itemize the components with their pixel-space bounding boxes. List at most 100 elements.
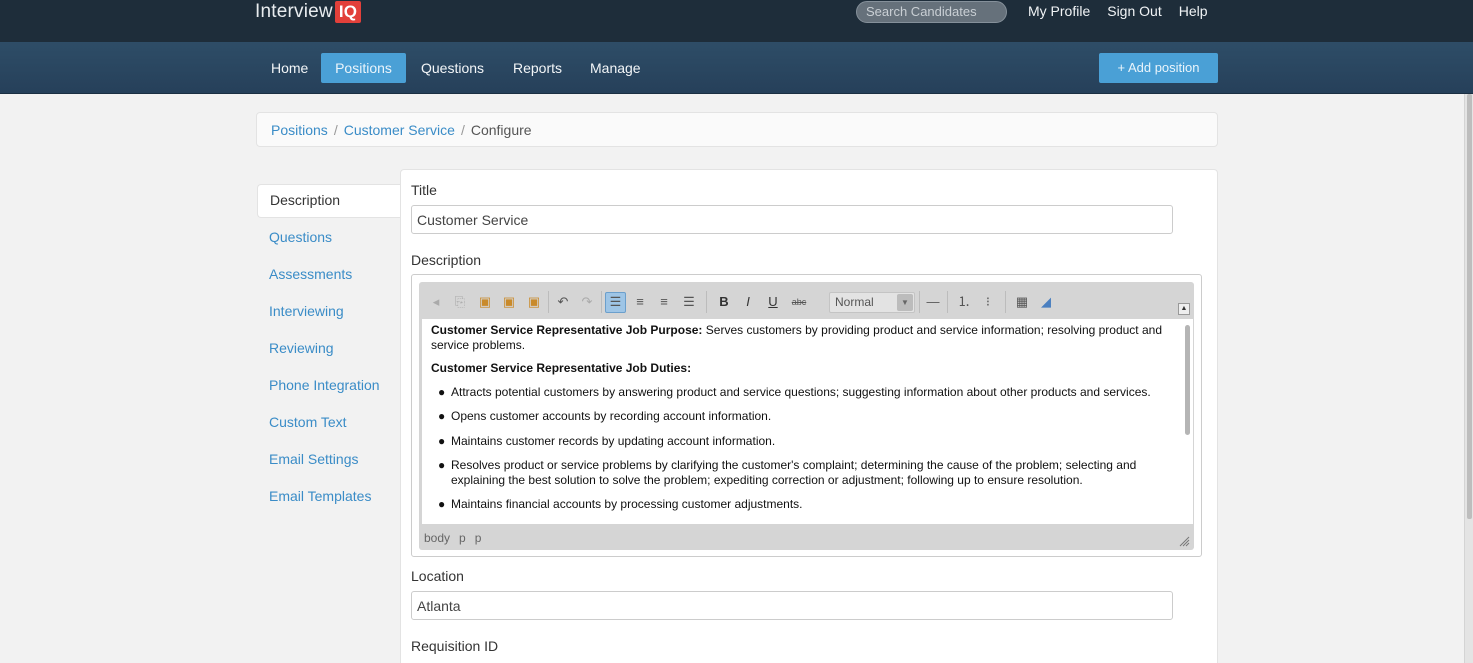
duties-paragraph: Customer Service Representative Job Duti…	[431, 361, 1177, 376]
nav-positions[interactable]: Positions	[321, 53, 406, 83]
format-select-value: Normal	[835, 295, 874, 309]
align-left-icon[interactable]: ☰	[605, 292, 626, 313]
editor-toolbar: ◂ ⎘ ▣ ▣ ▣ ↶ ↷ ☰ ≡ ≡ ☰ B I U abc Normal ▼…	[419, 282, 1194, 318]
breadcrumb-separator: /	[460, 122, 465, 138]
undo-icon[interactable]: ↶	[554, 293, 572, 311]
tab-reviewing[interactable]: Reviewing	[257, 332, 401, 369]
toolbar-separator	[1005, 291, 1006, 313]
numbered-list-icon[interactable]: ⒈	[955, 293, 973, 311]
my-profile-link[interactable]: My Profile	[1028, 3, 1090, 19]
tab-assessments[interactable]: Assessments	[257, 258, 401, 295]
format-select[interactable]: Normal ▼	[829, 292, 915, 313]
app-logo[interactable]: Interview IQ	[255, 1, 362, 23]
requisition-id-label: Requisition ID	[411, 638, 499, 654]
duty-text: Attracts potential customers by answerin…	[451, 384, 1151, 399]
duties-heading: Customer Service Representative Job Duti…	[431, 361, 692, 375]
location-input[interactable]: Atlanta	[411, 591, 1173, 620]
resize-grip-icon[interactable]	[1178, 535, 1190, 547]
redo-icon[interactable]: ↷	[578, 293, 596, 311]
bullet-icon: ●	[438, 433, 446, 448]
help-link[interactable]: Help	[1179, 3, 1208, 19]
location-label: Location	[411, 568, 464, 584]
nav-questions[interactable]: Questions	[406, 53, 499, 83]
paste-word-icon[interactable]: ▣	[525, 293, 543, 311]
breadcrumb: Positions / Customer Service / Configure	[256, 112, 1218, 147]
bullet-list-icon[interactable]: ⁝	[979, 293, 997, 311]
search-candidates-input[interactable]: Search Candidates	[856, 1, 1007, 23]
tab-interviewing[interactable]: Interviewing	[257, 295, 401, 332]
description-panel: Title Customer Service Description ◂ ⎘ ▣…	[400, 169, 1218, 663]
add-position-button[interactable]: + Add position	[1099, 53, 1218, 83]
page-scrollbar-thumb[interactable]	[1467, 94, 1472, 519]
list-item: ● Maintains customer records by updating …	[438, 434, 1177, 449]
top-bar: Interview IQ Search Candidates My Profile…	[0, 0, 1473, 42]
config-side-tabs: Description Questions Assessments Interv…	[257, 184, 401, 517]
duty-text: Maintains customer records by updating a…	[451, 433, 776, 448]
brand-name: Interview	[255, 1, 333, 22]
path-p[interactable]: p	[459, 531, 466, 545]
title-label: Title	[411, 182, 437, 198]
chevron-down-icon: ▼	[897, 294, 913, 311]
top-links: My Profile Sign Out Help	[1028, 3, 1225, 19]
list-item: ● Attracts potential customers by answeri…	[438, 385, 1177, 400]
italic-icon[interactable]: I	[739, 293, 757, 311]
brand-badge: IQ	[334, 1, 362, 23]
remove-format-icon[interactable]: ◢	[1037, 293, 1055, 311]
editor-content[interactable]: Customer Service Representative Job Purp…	[422, 319, 1193, 524]
bullet-icon: ●	[438, 497, 446, 511]
description-editor: ◂ ⎘ ▣ ▣ ▣ ↶ ↷ ☰ ≡ ≡ ☰ B I U abc Normal ▼…	[411, 274, 1202, 557]
breadcrumb-separator: /	[333, 122, 338, 138]
path-p[interactable]: p	[475, 531, 482, 545]
duties-list: ● Attracts potential customers by answeri…	[431, 385, 1177, 512]
description-label: Description	[411, 252, 482, 268]
title-input[interactable]: Customer Service	[411, 205, 1173, 234]
path-body[interactable]: body	[424, 531, 450, 545]
sign-out-link[interactable]: Sign Out	[1107, 3, 1161, 19]
horizontal-rule-icon[interactable]: —	[924, 293, 942, 311]
toolbar-separator	[548, 291, 549, 313]
bullet-icon: ●	[438, 409, 446, 423]
tab-email-templates[interactable]: Email Templates	[257, 480, 401, 517]
list-item: ● Resolves product or service problems by…	[438, 458, 1177, 487]
toolbar-separator	[947, 291, 948, 313]
paste-icon[interactable]: ▣	[476, 293, 494, 311]
list-item: ● Maintains financial accounts by process…	[438, 497, 1177, 512]
tab-phone-integration[interactable]: Phone Integration	[257, 369, 401, 406]
tab-custom-text[interactable]: Custom Text	[257, 406, 401, 443]
main-nav: Home Positions Questions Reports Manage …	[0, 42, 1473, 94]
breadcrumb-customer-service[interactable]: Customer Service	[344, 122, 455, 138]
nav-home[interactable]: Home	[256, 53, 323, 83]
bullet-icon: ●	[438, 384, 446, 399]
toolbar-separator	[706, 291, 707, 313]
purpose-heading: Customer Service Representative Job Purp…	[431, 323, 703, 337]
bold-icon[interactable]: B	[715, 293, 733, 311]
nav-reports[interactable]: Reports	[498, 53, 577, 83]
toolbar-separator	[919, 291, 920, 313]
purpose-paragraph: Customer Service Representative Job Purp…	[431, 323, 1177, 352]
page-scrollbar[interactable]	[1464, 94, 1473, 663]
align-justify-icon[interactable]: ☰	[680, 293, 698, 311]
underline-icon[interactable]: U	[764, 293, 782, 311]
breadcrumb-positions[interactable]: Positions	[271, 122, 328, 138]
tab-questions[interactable]: Questions	[257, 221, 401, 258]
tab-email-settings[interactable]: Email Settings	[257, 443, 401, 480]
copy-icon[interactable]: ⎘	[451, 293, 469, 311]
strikethrough-icon[interactable]: abc	[788, 293, 810, 311]
select-all-icon[interactable]: ▦	[1013, 293, 1031, 311]
bullet-icon: ●	[438, 458, 446, 472]
toolbar-collapse-icon[interactable]: ▲	[1178, 303, 1190, 315]
toolbar-separator	[601, 291, 602, 313]
editor-scrollbar[interactable]	[1185, 325, 1190, 435]
nav-manage[interactable]: Manage	[575, 53, 656, 83]
back-icon[interactable]: ◂	[427, 293, 445, 311]
breadcrumb-current: Configure	[470, 122, 532, 138]
editor-frame: ◂ ⎘ ▣ ▣ ▣ ↶ ↷ ☰ ≡ ≡ ☰ B I U abc Normal ▼…	[419, 282, 1194, 550]
list-item: ● Opens customer accounts by recording ac…	[438, 409, 1177, 424]
tab-description[interactable]: Description	[257, 184, 401, 218]
align-center-icon[interactable]: ≡	[631, 293, 649, 311]
align-right-icon[interactable]: ≡	[655, 293, 673, 311]
duty-text: Maintains financial accounts by processi…	[451, 497, 803, 511]
editor-status-path: body p p	[424, 531, 490, 545]
duty-text: Resolves product or service problems by …	[451, 458, 1137, 487]
paste-text-icon[interactable]: ▣	[500, 293, 518, 311]
